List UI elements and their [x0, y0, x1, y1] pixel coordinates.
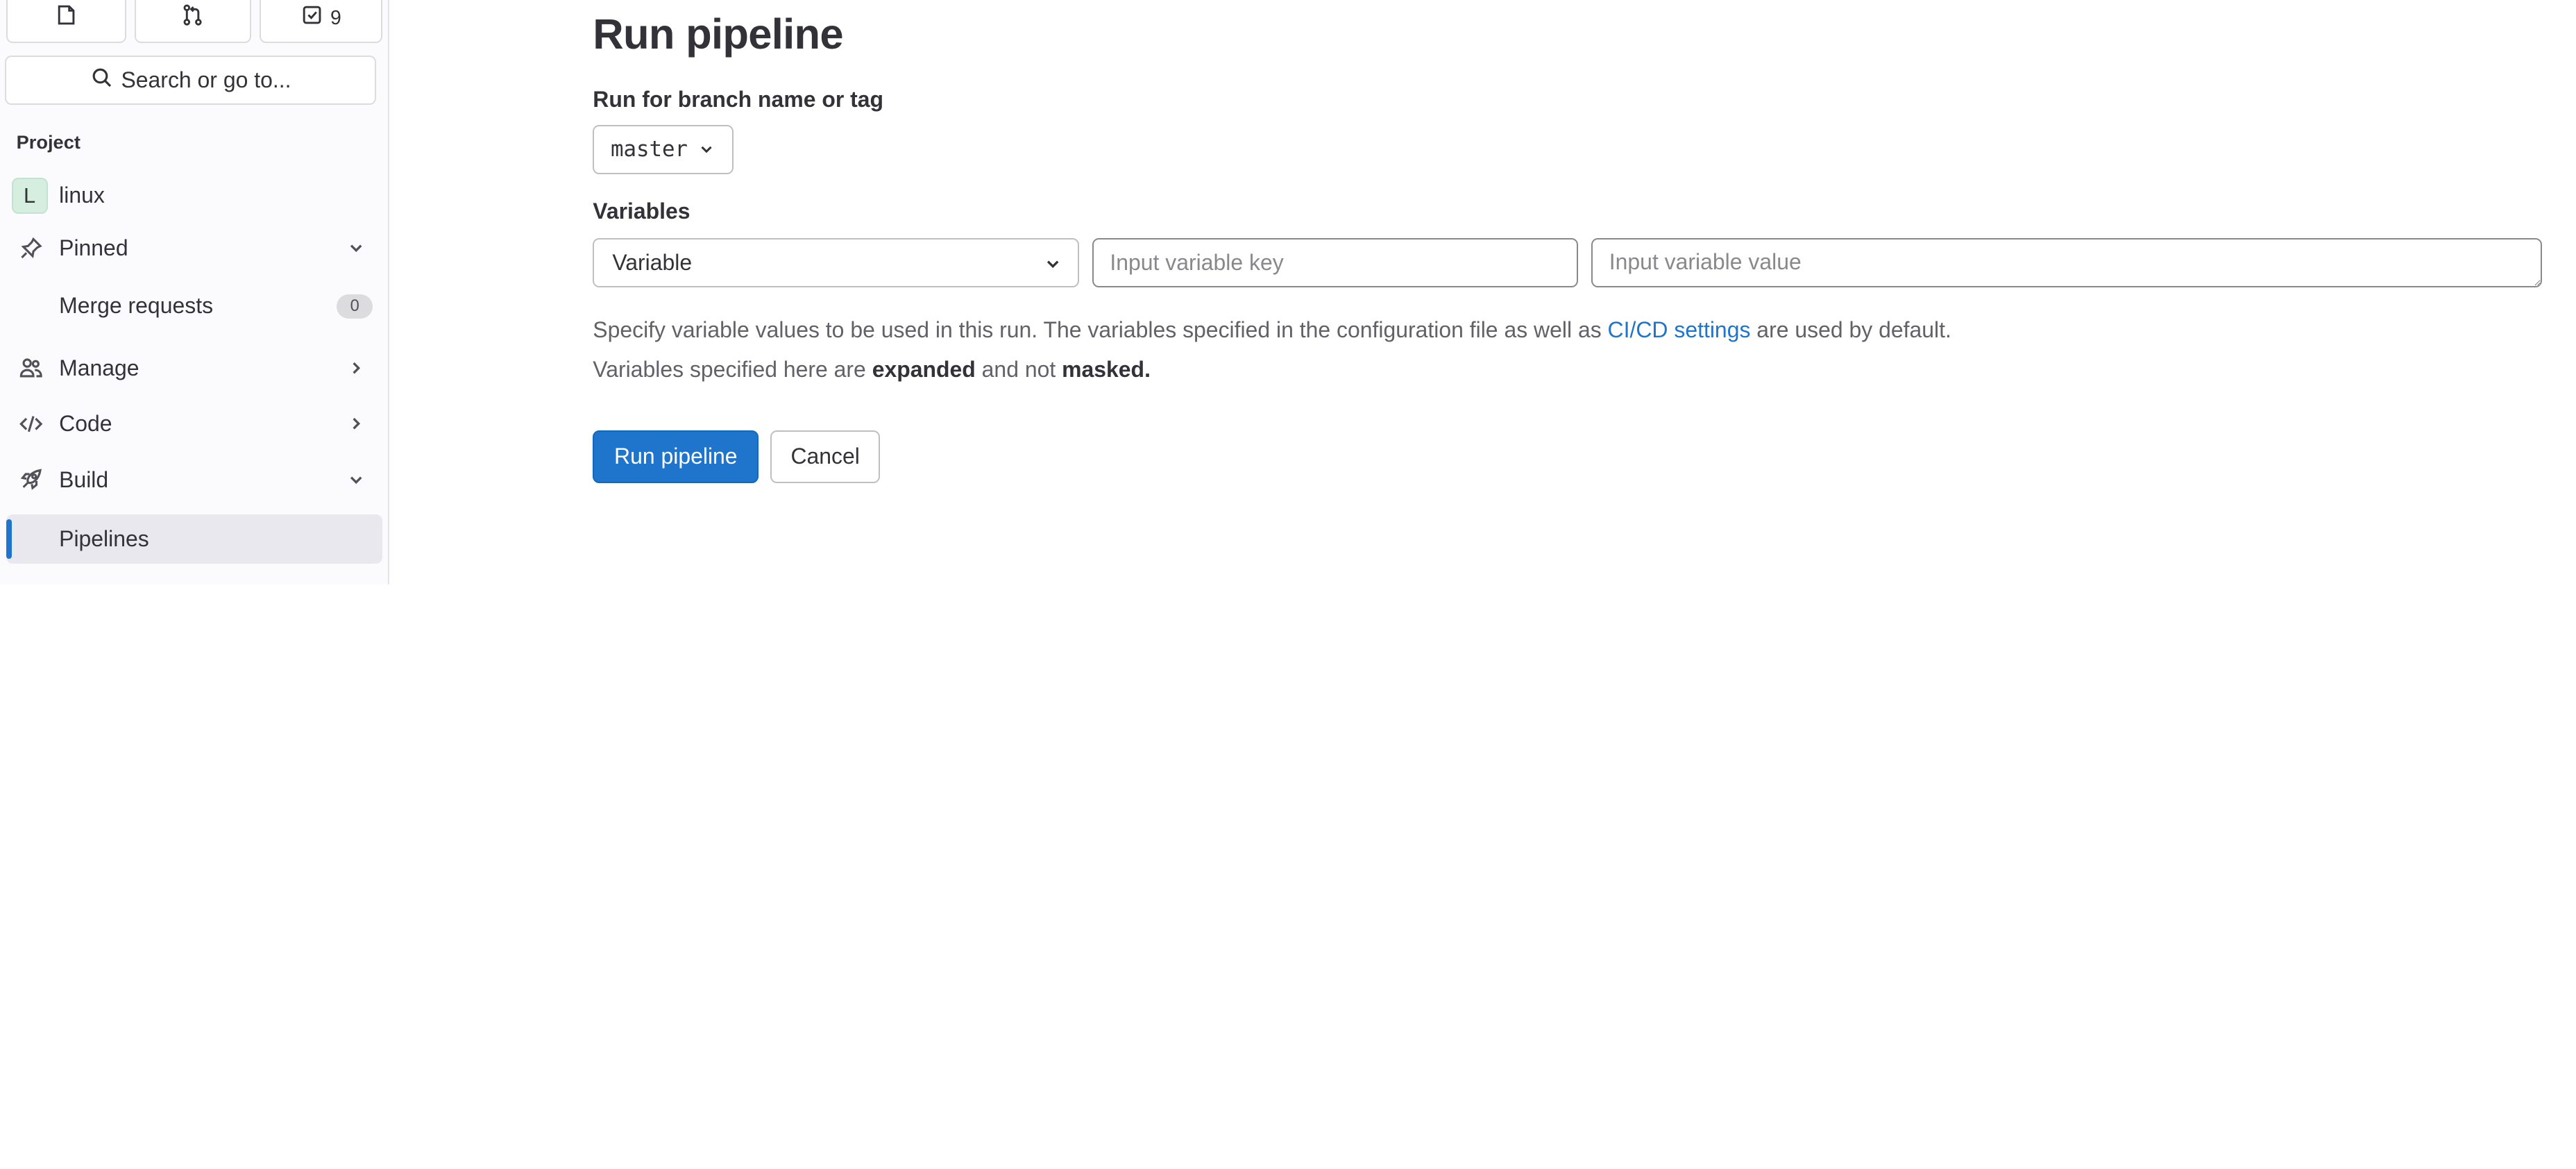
search-button[interactable]: Search or go to... — [5, 56, 376, 106]
help-text: Specify variable values to be used in th… — [593, 317, 1608, 342]
todo-icon — [300, 3, 323, 32]
branch-label: Run for branch name or tag — [593, 87, 884, 112]
variable-key-input[interactable] — [1092, 238, 1579, 288]
chevron-right-icon — [353, 362, 361, 374]
sidebar-item-label: Manage — [59, 355, 139, 380]
sidebar-item-label: Pipelines — [59, 525, 149, 551]
cancel-button[interactable]: Cancel — [770, 430, 881, 483]
chevron-down-icon — [350, 244, 362, 253]
chevron-down-icon — [350, 476, 362, 484]
sidebar-item-code[interactable]: Code — [6, 399, 382, 448]
chevron-right-icon — [353, 418, 361, 430]
sidebar-item-merge-requests[interactable]: Merge requests 0 — [6, 281, 382, 330]
project-name: linux — [59, 183, 105, 208]
users-icon — [10, 355, 53, 380]
rocket-icon — [10, 467, 53, 491]
help-text: and not — [975, 356, 1062, 382]
chevron-down-icon — [701, 146, 712, 153]
todos-count: 9 — [330, 6, 341, 29]
sidebar-item-label: Merge requests — [59, 292, 214, 318]
todos-button[interactable]: 9 — [259, 0, 383, 43]
sidebar-item-label: Build — [59, 466, 109, 492]
merge-requests-button[interactable] — [135, 0, 252, 43]
sidebar-item-manage[interactable]: Manage — [6, 344, 382, 393]
count-badge: 0 — [337, 294, 373, 319]
search-label: Search or go to... — [121, 67, 291, 93]
variables-help-text: Specify variable values to be used in th… — [593, 317, 1951, 343]
sidebar-item-pipelines[interactable]: Pipelines — [6, 514, 383, 564]
cicd-settings-link[interactable]: CI/CD settings — [1608, 317, 1751, 342]
sidebar: 9 Search or go to... Project L linux Pin… — [0, 0, 389, 584]
merge-request-icon — [181, 3, 204, 32]
app: 9 Search or go to... Project L linux Pin… — [0, 0, 2576, 584]
expanded-text: expanded — [872, 356, 976, 382]
project-avatar: L — [11, 177, 48, 214]
variables-masking-note: Variables specified here are expanded an… — [593, 357, 1151, 382]
help-text: are used by default. — [1750, 317, 1951, 342]
issues-icon — [55, 3, 78, 32]
page-title: Run pipeline — [593, 10, 843, 59]
code-icon — [10, 412, 53, 436]
search-icon — [90, 66, 113, 94]
masked-text: masked. — [1062, 356, 1151, 382]
chevron-down-icon — [1047, 260, 1059, 269]
main-content: Run pipeline Run for branch name or tag … — [389, 0, 2576, 584]
issues-button[interactable] — [6, 0, 127, 43]
sidebar-item-label: Code — [59, 411, 112, 437]
pin-icon — [10, 236, 53, 260]
variables-label: Variables — [593, 199, 690, 224]
sidebar-item-project[interactable]: L linux — [6, 171, 382, 220]
run-pipeline-button[interactable]: Run pipeline — [593, 430, 759, 483]
sidebar-item-label: Pinned — [59, 235, 128, 260]
branch-dropdown[interactable]: master — [593, 124, 734, 174]
branch-value: master — [610, 137, 688, 162]
variable-type-value: Variable — [612, 250, 693, 276]
variable-type-select[interactable]: Variable — [593, 238, 1079, 288]
sidebar-item-pinned[interactable]: Pinned — [6, 224, 382, 273]
section-label-project: Project — [16, 131, 80, 153]
variable-value-input[interactable] — [1591, 238, 2543, 288]
help-text: Variables specified here are — [593, 356, 872, 382]
sidebar-item-build[interactable]: Build — [6, 455, 382, 505]
sidebar-top-buttons: 9 — [6, 0, 383, 43]
